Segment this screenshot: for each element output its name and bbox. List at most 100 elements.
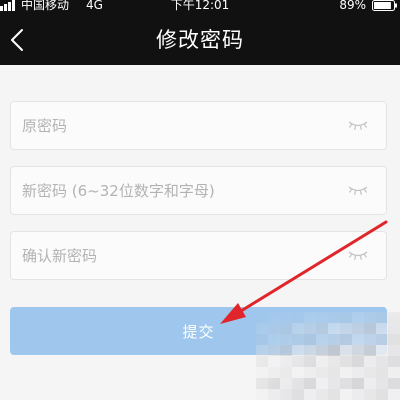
status-bar: 中国移动 4G 下午12:01 89%: [0, 0, 400, 13]
mosaic-cell: [256, 356, 268, 367]
mosaic-cell: [328, 312, 340, 323]
confirm-password-input[interactable]: [11, 232, 331, 279]
mosaic-cell: [304, 334, 316, 345]
mosaic-cell: [280, 378, 292, 389]
mosaic-cell: [352, 345, 364, 356]
mosaic-cell: [280, 356, 292, 367]
mosaic-cell: [364, 323, 376, 334]
mosaic-cell: [328, 378, 340, 389]
mosaic-cell: [376, 345, 388, 356]
mosaic-cell: [280, 323, 292, 334]
mosaic-cell: [340, 356, 352, 367]
mosaic-cell: [376, 378, 388, 389]
mosaic-cell: [376, 334, 388, 345]
mosaic-cell: [352, 378, 364, 389]
mosaic-cell: [268, 356, 280, 367]
mosaic-cell: [256, 323, 268, 334]
mosaic-cell: [292, 378, 304, 389]
mosaic-cell: [268, 389, 280, 400]
mosaic-cell: [352, 389, 364, 400]
mosaic-cell: [388, 378, 400, 389]
mosaic-cell: [376, 367, 388, 378]
mosaic-cell: [268, 334, 280, 345]
mosaic-cell: [340, 323, 352, 334]
mosaic-cell: [352, 356, 364, 367]
mosaic-cell: [304, 389, 316, 400]
mosaic-cell: [388, 323, 400, 334]
mosaic-cell: [256, 389, 268, 400]
mosaic-cell: [268, 367, 280, 378]
mosaic-cell: [268, 345, 280, 356]
mosaic-cell: [268, 323, 280, 334]
mosaic-cell: [364, 367, 376, 378]
mosaic-cell: [280, 312, 292, 323]
mosaic-cell: [352, 367, 364, 378]
mosaic-cell: [304, 345, 316, 356]
mosaic-cell: [376, 389, 388, 400]
page-title: 修改密码: [156, 28, 244, 52]
mosaic-cell: [316, 345, 328, 356]
mosaic-cell: [352, 334, 364, 345]
eye-closed-icon[interactable]: [347, 120, 369, 132]
mosaic-cell: [292, 389, 304, 400]
mosaic-cell: [292, 312, 304, 323]
mosaic-cell: [292, 356, 304, 367]
mosaic-cell: [292, 345, 304, 356]
mosaic-cell: [316, 312, 328, 323]
mosaic-cell: [268, 312, 280, 323]
mosaic-cell: [328, 334, 340, 345]
mosaic-cell: [328, 323, 340, 334]
mosaic-cell: [316, 334, 328, 345]
mosaic-cell: [376, 312, 388, 323]
mosaic-cell: [388, 367, 400, 378]
mosaic-cell: [292, 334, 304, 345]
mosaic-cell: [304, 323, 316, 334]
mosaic-cell: [364, 378, 376, 389]
confirm-password-field[interactable]: [10, 231, 387, 280]
eye-closed-icon[interactable]: [347, 185, 369, 197]
mosaic-cell: [256, 378, 268, 389]
mosaic-cell: [304, 356, 316, 367]
mosaic-cell: [304, 378, 316, 389]
mosaic-cell: [340, 389, 352, 400]
mosaic-cell: [364, 389, 376, 400]
mosaic-cell: [316, 389, 328, 400]
battery-icon: [372, 0, 397, 11]
mosaic-cell: [280, 345, 292, 356]
mosaic-cell: [292, 323, 304, 334]
mosaic-cell: [328, 345, 340, 356]
mosaic-cell: [268, 378, 280, 389]
old-password-field[interactable]: [10, 101, 387, 150]
mosaic-cell: [304, 367, 316, 378]
mosaic-cell: [316, 367, 328, 378]
mosaic-cell: [280, 334, 292, 345]
mosaic-cell: [364, 345, 376, 356]
mosaic-cell: [280, 367, 292, 378]
mosaic-cell: [292, 367, 304, 378]
eye-closed-icon[interactable]: [347, 250, 369, 262]
mosaic-cell: [316, 356, 328, 367]
mosaic-cell: [364, 334, 376, 345]
mosaic-cell: [364, 312, 376, 323]
mosaic-cell: [388, 312, 400, 323]
mosaic-cell: [340, 312, 352, 323]
mosaic-cell: [352, 323, 364, 334]
mosaic-cell: [376, 323, 388, 334]
mosaic-cell: [340, 378, 352, 389]
battery-percent: 89%: [339, 0, 366, 12]
mosaic-cell: [316, 323, 328, 334]
mosaic-cell: [340, 345, 352, 356]
mosaic-cell: [256, 334, 268, 345]
new-password-input[interactable]: [11, 167, 331, 214]
mosaic-cell: [388, 345, 400, 356]
mosaic-cell: [256, 312, 268, 323]
mosaic-cell: [340, 334, 352, 345]
mosaic-cell: [316, 378, 328, 389]
mosaic-cell: [388, 356, 400, 367]
mosaic-cell: [328, 389, 340, 400]
old-password-input[interactable]: [11, 102, 331, 149]
mosaic-cell: [364, 356, 376, 367]
blurred-watermark: [256, 312, 400, 400]
mosaic-cell: [256, 345, 268, 356]
new-password-field[interactable]: [10, 166, 387, 215]
